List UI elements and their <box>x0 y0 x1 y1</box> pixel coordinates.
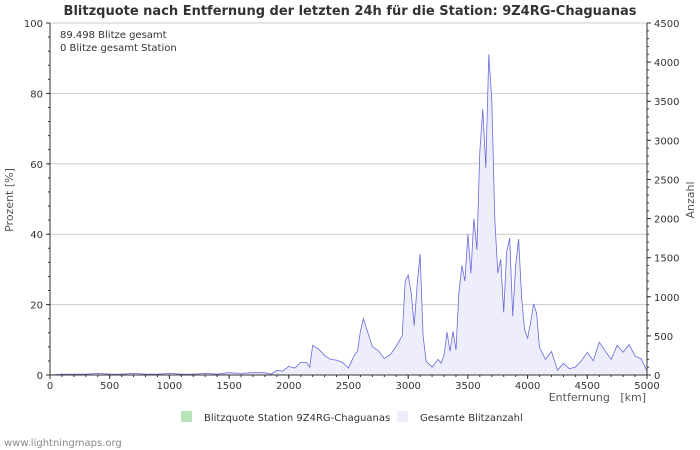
x-tick-label: 3500 <box>455 381 480 392</box>
y-tick-label-right: 4000 <box>654 58 679 69</box>
x-tick-label: 3000 <box>395 381 420 392</box>
x-tick-label: 2500 <box>336 381 361 392</box>
series-line <box>49 54 648 376</box>
x-tick-label: 500 <box>100 381 119 392</box>
tick-labels: 0204060801000500100015002000250030003500… <box>24 19 680 392</box>
y-tick-label-left: 20 <box>30 301 43 312</box>
x-tick-label: 4000 <box>515 381 540 392</box>
y-tick-label-left: 100 <box>24 19 43 30</box>
chart-title: Blitzquote nach Entfernung der letzten 2… <box>64 4 637 19</box>
series-area-fill <box>50 54 647 376</box>
legend-label-station: Blitzquote Station 9Z4RG-Chaguanas <box>204 413 390 424</box>
footer-link[interactable]: www.lightningmaps.org <box>4 438 122 449</box>
x-tick-label: 0 <box>47 381 53 392</box>
y-axis-left-label: Prozent [%] <box>3 168 16 232</box>
y-tick-label-right: 2500 <box>654 175 679 186</box>
y-tick-label-left: 40 <box>30 230 43 241</box>
chart: 0204060801000500100015002000250030003500… <box>3 4 697 449</box>
y-tick-label-right: 3500 <box>654 97 679 108</box>
x-tick-label: 1000 <box>157 381 182 392</box>
y-tick-label-left: 80 <box>30 89 43 100</box>
series-area <box>49 54 648 376</box>
annotation-station: 0 Blitze gesamt Station <box>60 43 177 54</box>
y-tick-label-right: 4500 <box>654 19 679 30</box>
legend: Blitzquote Station 9Z4RG-Chaguanas Gesam… <box>181 411 523 424</box>
y-tick-label-right: 1000 <box>654 293 679 304</box>
y-tick-label-right: 1500 <box>654 254 679 265</box>
grid <box>50 22 647 306</box>
x-axis-label: Entfernung [km] <box>549 391 646 404</box>
y-tick-label-left: 0 <box>37 371 43 382</box>
y-tick-label-left: 60 <box>30 160 43 171</box>
legend-swatch-station <box>181 411 192 422</box>
x-tick-label: 1500 <box>216 381 241 392</box>
annotation-total: 89.498 Blitze gesamt <box>60 30 167 41</box>
legend-swatch-total <box>397 411 408 422</box>
y-axis-right-label: Anzahl <box>684 181 697 218</box>
y-tick-label-right: 2000 <box>654 215 679 226</box>
y-tick-label-right: 3000 <box>654 136 679 147</box>
legend-label-total: Gesamte Blitzanzahl <box>420 413 523 424</box>
x-tick-label: 2000 <box>276 381 301 392</box>
axes <box>46 22 651 379</box>
y-tick-label-right: 500 <box>654 332 673 343</box>
